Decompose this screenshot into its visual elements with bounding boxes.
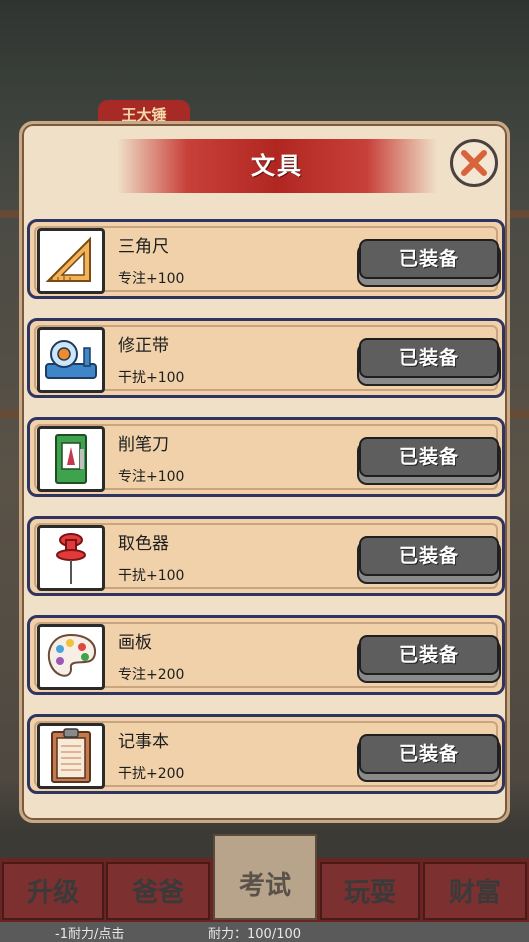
equipped-button[interactable]: 已装备 [359,239,499,279]
item-name: 削笔刀 [118,435,169,455]
status-bar: -1耐力/点击 耐力：100/100 [0,922,529,942]
list-item: 画板 专注+200 已装备 [27,615,505,695]
item-icon-frame [37,426,105,492]
item-stat: 干扰+100 [118,568,185,584]
equipped-button[interactable]: 已装备 [359,734,499,774]
stamina-label: 耐力：100/100 [208,927,302,942]
tab-upgrade[interactable]: 升级 [2,862,104,920]
item-icon-frame [37,723,105,789]
item-stat: 专注+100 [118,469,185,485]
close-icon [461,150,487,176]
list-item: 削笔刀 专注+100 已装备 [27,417,505,497]
item-name: 取色器 [118,534,169,554]
tab-play[interactable]: 玩耍 [320,862,420,920]
list-item: 取色器 干扰+100 已装备 [27,516,505,596]
item-name: 记事本 [118,732,169,752]
tab-exam[interactable]: 考试 [213,834,317,920]
item-stat: 专注+200 [118,667,185,683]
dialog-title: 文具 [251,152,303,180]
title-banner: 文具 [117,139,437,193]
clipboard-icon [51,728,91,783]
click-cost-label: -1耐力/点击 [55,927,125,942]
equipped-button[interactable]: 已装备 [359,536,499,576]
tab-wealth[interactable]: 财富 [423,862,527,920]
list-item: 修正带 干扰+100 已装备 [27,318,505,398]
push-pin-icon [56,533,86,584]
item-stat: 专注+100 [118,271,185,287]
equipped-button[interactable]: 已装备 [359,635,499,675]
item-stat: 干扰+200 [118,766,185,782]
list-item: 三角尺 专注+100 已装备 [27,219,505,299]
item-icon-frame [37,327,105,393]
item-icon-frame [37,228,105,294]
item-icon-frame [37,525,105,591]
close-button[interactable] [450,139,498,187]
bottom-nav: 升级 爸爸 考试 玩耍 财富 [0,834,529,924]
equipped-button[interactable]: 已装备 [359,338,499,378]
tab-dad[interactable]: 爸爸 [106,862,210,920]
ruler-icon [45,236,91,282]
list-item: 记事本 干扰+200 已装备 [27,714,505,794]
palette-icon [47,633,97,677]
item-name: 画板 [118,633,152,653]
item-stat: 干扰+100 [118,370,185,386]
item-name: 三角尺 [118,237,169,257]
stationery-dialog: 文具 三角尺 专注+100 已装备 修正带 干扰+100 已装备 削笔刀 专注+… [19,121,510,823]
item-icon-frame [37,624,105,690]
correction-tape-icon [45,340,97,379]
pencil-sharpener-icon [55,434,87,484]
item-name: 修正带 [118,336,169,356]
equipped-button[interactable]: 已装备 [359,437,499,477]
